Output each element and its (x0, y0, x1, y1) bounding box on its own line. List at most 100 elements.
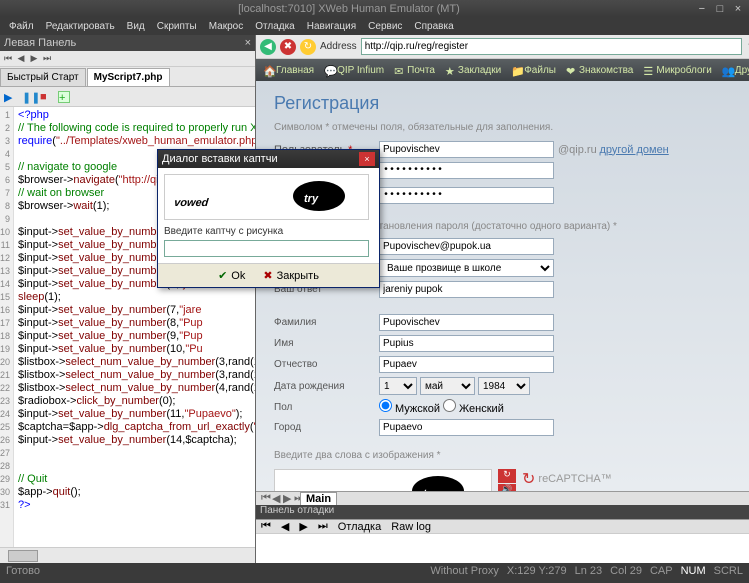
debug-header: Панель отладки (256, 505, 749, 519)
status-col: Col 29 (610, 565, 642, 577)
bt-first-icon[interactable]: ⏮ (256, 492, 267, 505)
menu-Вид[interactable]: Вид (122, 19, 150, 34)
svg-text:try: try (304, 193, 319, 205)
captcha-refresh-icon[interactable]: ↻ (498, 469, 516, 483)
captcha-dialog: Диалог вставки каптчи × vowed try Введите … (157, 149, 380, 288)
dialog-title: Диалог вставки каптчи (162, 153, 278, 165)
menubar: ФайлРедактироватьВидСкриптыМакросОтладка… (0, 17, 749, 35)
back-icon[interactable]: ◀ (260, 39, 276, 55)
city-label: Город (274, 422, 379, 433)
pass2-input[interactable] (379, 187, 554, 204)
nav-tab-5[interactable]: ❤Знакомства (563, 63, 636, 78)
nav-tab-0[interactable]: 🏠Главная (260, 63, 317, 78)
stop-icon[interactable]: ■ (40, 91, 52, 103)
nav-tab-2[interactable]: ✉Почта (391, 63, 438, 78)
lastname-label: Фамилия (274, 317, 379, 328)
dialog-label: Введите каптчу с рисунка (164, 226, 373, 237)
reload-icon[interactable]: ↻ (300, 39, 316, 55)
pause-icon[interactable]: ❚❚ (22, 91, 34, 103)
dialog-captcha-input[interactable] (164, 240, 369, 257)
menu-Макрос[interactable]: Макрос (204, 19, 249, 34)
sex-m-radio[interactable] (379, 399, 392, 412)
menu-Навигация[interactable]: Навигация (302, 19, 361, 34)
address-label: Address (320, 41, 357, 52)
max-icon[interactable]: □ (713, 3, 727, 15)
nav-first-icon[interactable]: ⏮ (2, 53, 14, 65)
nav-tab-3[interactable]: ★Закладки (442, 63, 504, 78)
captcha-image: vowedtry (274, 469, 492, 491)
nav-tab-7[interactable]: 👥Друзья (719, 63, 749, 78)
panel-close-icon[interactable]: × (245, 37, 251, 49)
city-input[interactable] (379, 419, 554, 436)
sex-f-radio[interactable] (443, 399, 456, 412)
dialog-ok-button[interactable]: ✔Ok (218, 269, 245, 282)
nav-tab-4[interactable]: 📁Файлы (508, 63, 559, 78)
address-input[interactable] (361, 38, 742, 55)
add-icon[interactable]: + (58, 91, 70, 103)
bt-prev-icon[interactable]: ◀ (267, 492, 278, 505)
form-note: Символом * отмечены поля, обязательные д… (274, 122, 749, 133)
sex-label: Пол (274, 402, 379, 413)
secret-select[interactable]: Ваше прозвище в школе (379, 259, 554, 277)
nav-prev-icon[interactable]: ◀ (15, 53, 27, 65)
nav-next-icon[interactable]: ▶ (28, 53, 40, 65)
page-title: Регистрация (274, 93, 749, 114)
answer-input[interactable] (379, 281, 554, 298)
menu-Файл[interactable]: Файл (4, 19, 39, 34)
dob-label: Дата рождения (274, 381, 379, 392)
menu-Скрипты[interactable]: Скрипты (152, 19, 202, 34)
titlebar: [localhost:7010] XWeb Human Emulator (MT… (0, 0, 749, 17)
dob-year[interactable]: 1984 (478, 377, 530, 395)
bt-next-icon[interactable]: ▶ (278, 492, 289, 505)
captcha-audio-icon[interactable]: 🔊 (498, 484, 516, 491)
middle-label: Отчество (274, 359, 379, 370)
other-domain-link[interactable]: другой домен (599, 144, 668, 156)
h-scrollbar[interactable] (0, 547, 255, 563)
status-ready: Готово (6, 565, 40, 577)
left-panel-header: Левая Панель× (0, 35, 255, 51)
window-title: [localhost:7010] XWeb Human Emulator (MT… (4, 3, 694, 15)
editor-tab-0[interactable]: Быстрый Старт (0, 68, 86, 86)
dialog-captcha-image: vowed try (164, 174, 369, 220)
middle-input[interactable] (379, 356, 554, 373)
run-icon[interactable]: ▶ (4, 91, 16, 103)
status-pos: X:129 Y:279 (507, 565, 567, 577)
min-icon[interactable]: − (695, 3, 709, 15)
firstname-input[interactable] (379, 335, 554, 352)
lastname-input[interactable] (379, 314, 554, 331)
menu-Отладка[interactable]: Отладка (250, 19, 300, 34)
firstname-label: Имя (274, 338, 379, 349)
tab-main[interactable]: Main (300, 492, 337, 506)
recaptcha-logo: ↻reCAPTCHA™ (522, 469, 612, 489)
stop-load-icon[interactable]: ✖ (280, 39, 296, 55)
debug-tab-2[interactable]: Raw log (386, 521, 436, 533)
nav-tab-1[interactable]: 💬QIP Infium (321, 63, 387, 78)
menu-Редактировать[interactable]: Редактировать (41, 19, 120, 34)
bt-last-icon[interactable]: ⏭ (289, 492, 300, 505)
status-proxy: Without Proxy (430, 565, 498, 577)
dialog-cancel-button[interactable]: ✖Закрыть (263, 269, 319, 282)
captcha-label: Введите два слова с изображения * (274, 450, 749, 461)
pass-input[interactable] (379, 162, 554, 179)
nav-tab-6[interactable]: ☰Микроблоги (640, 63, 714, 78)
dob-day[interactable]: 1 (379, 377, 417, 395)
status-num: NUM (681, 565, 706, 577)
statusbar: Готово Without Proxy X:129 Y:279 Ln 23 C… (0, 563, 749, 579)
close-icon[interactable]: × (731, 3, 745, 15)
email-input[interactable] (379, 238, 554, 255)
site-nav: 🏠Главная 💬QIP Infium ✉Почта ★Закладки 📁Файлы… (256, 59, 749, 81)
editor-tabs: Быстрый СтартMyScript7.php (0, 67, 255, 87)
status-ln: Ln 23 (575, 565, 603, 577)
menu-Справка[interactable]: Справка (409, 19, 458, 34)
browser-tabs: ⏮◀▶⏭Main (256, 491, 749, 505)
status-cap: CAP (650, 565, 673, 577)
menu-Сервис[interactable]: Сервис (363, 19, 407, 34)
debug-tab-1[interactable]: Отладка (333, 521, 386, 533)
dob-month[interactable]: май (420, 377, 475, 395)
svg-text:vowed: vowed (173, 197, 209, 209)
dialog-close-icon[interactable]: × (359, 152, 375, 166)
status-scrl: SCRL (714, 565, 743, 577)
nav-last-icon[interactable]: ⏭ (41, 53, 53, 65)
user-input[interactable] (379, 141, 554, 158)
editor-tab-1[interactable]: MyScript7.php (87, 68, 170, 86)
